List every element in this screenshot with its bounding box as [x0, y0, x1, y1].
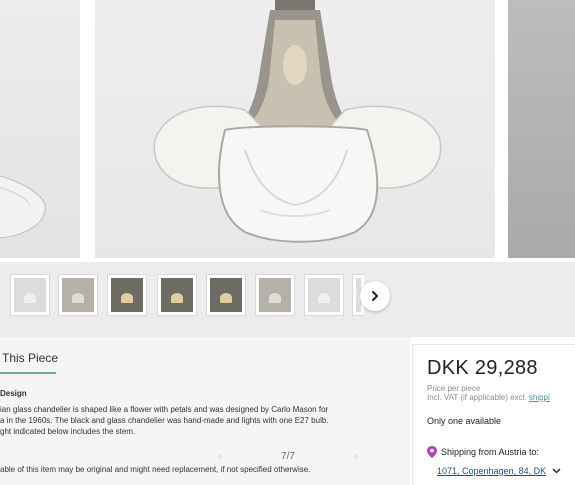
location-pin-icon: [427, 446, 437, 458]
image-gallery: [0, 0, 575, 262]
tab-this-piece[interactable]: This Piece: [2, 351, 58, 365]
thumbnail-4[interactable]: [157, 274, 197, 316]
image-pager: ‹ 7/7 ›: [218, 449, 358, 463]
chevron-right-icon[interactable]: ›: [354, 449, 358, 463]
shipping-label: Shipping from Austria to:: [441, 447, 540, 457]
gallery-slide-previous[interactable]: [0, 0, 80, 258]
price-panel: DKK 29,288 Price per piece Incl. VAT (if…: [412, 344, 575, 485]
thumbnail-7[interactable]: [304, 274, 344, 316]
design-line-2: a in the 1960s. The black and glass chan…: [0, 416, 329, 425]
shipping-link[interactable]: shippi: [529, 393, 550, 402]
gallery-slide-next[interactable]: [508, 0, 575, 258]
design-line-3: ght indicated below includes the stem.: [0, 427, 136, 436]
gallery-main-image[interactable]: [95, 0, 495, 258]
electrical-footnote: able of this item may be original and mi…: [0, 465, 311, 474]
thumbnail-3[interactable]: [107, 274, 147, 316]
chevron-down-icon: [552, 468, 561, 474]
tab-active-underline: [0, 372, 56, 374]
price: DKK 29,288: [427, 357, 538, 379]
design-line-1: ian glass chandelier is shaped like a fl…: [0, 405, 329, 414]
shipping-from: Shipping from Austria to:: [427, 446, 575, 458]
shipping-location: 1071, Copenhagen, 84, DK: [437, 466, 547, 476]
chevron-right-icon: [372, 291, 378, 301]
design-description: ian glass chandelier is shaped like a fl…: [0, 404, 400, 437]
design-heading: Design: [0, 389, 27, 398]
thumbnail-1[interactable]: [10, 274, 50, 316]
thumbnail-next-button[interactable]: [360, 281, 390, 311]
thumbnail-6[interactable]: [255, 274, 295, 316]
shipping-location-selector[interactable]: 1071, Copenhagen, 84, DK: [437, 466, 575, 476]
thumbnail-5[interactable]: [206, 274, 246, 316]
pager-count: 7/7: [281, 450, 295, 462]
availability-text: Only one available: [427, 416, 502, 426]
vat-note: Incl. VAT (if applicable) excl. shippi: [427, 393, 550, 402]
thumbnail-2[interactable]: [58, 274, 98, 316]
price-per-piece-label: Price per piece: [427, 384, 481, 393]
chevron-left-icon[interactable]: ‹: [218, 449, 222, 463]
thumbnail-strip: [0, 262, 575, 337]
